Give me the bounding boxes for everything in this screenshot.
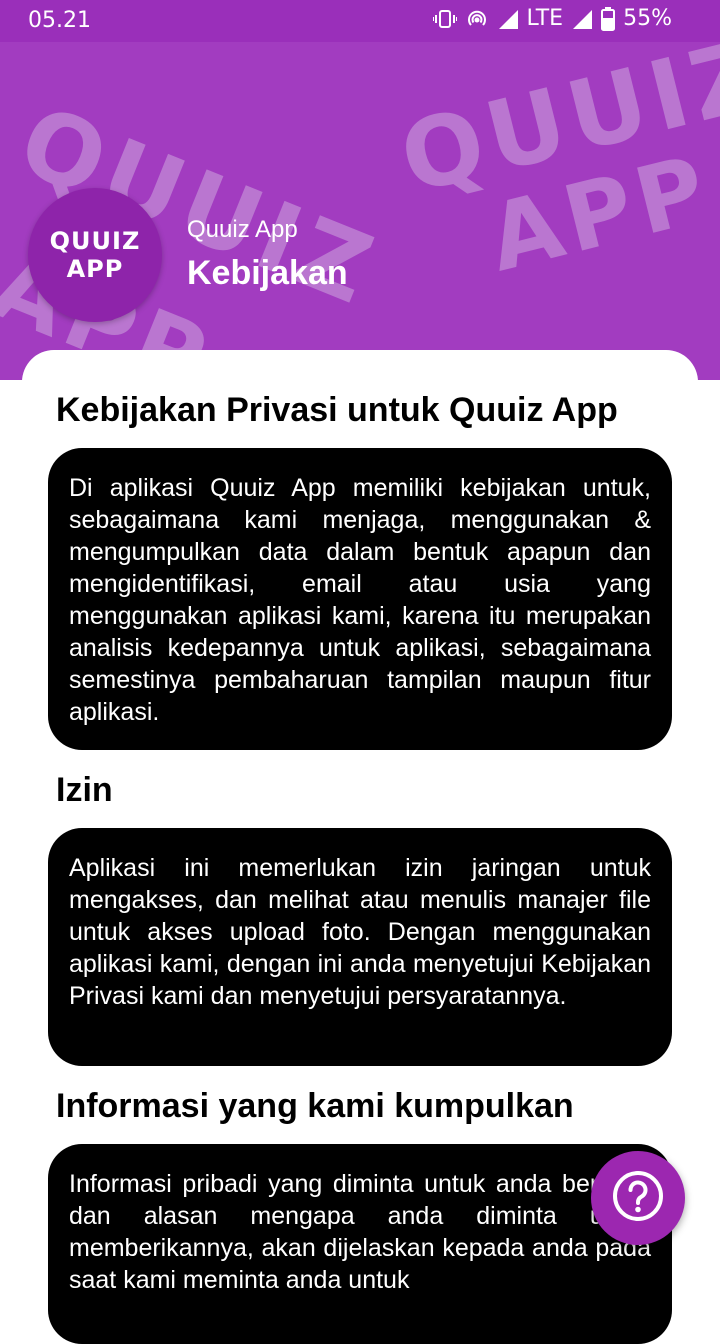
card-permissions: Aplikasi ini memerlukan izin jaringan un…: [48, 828, 672, 1066]
app-name: Quuiz App: [187, 216, 298, 243]
card-info: Informasi pribadi yang diminta untuk and…: [48, 1144, 672, 1344]
card-privacy: Di aplikasi Quuiz App memiliki kebijakan…: [48, 448, 672, 750]
status-time: 05.21: [28, 8, 91, 33]
hotspot-icon: [465, 8, 489, 30]
section-heading-privacy: Kebijakan Privasi untuk Quuiz App: [56, 391, 618, 429]
vibrate-icon: [432, 9, 457, 29]
card-permissions-text: Aplikasi ini memerlukan izin jaringan un…: [69, 854, 651, 1010]
status-icons: LTE 55%: [432, 6, 672, 31]
signal-icon: [497, 8, 519, 30]
network-type: LTE: [526, 6, 564, 31]
battery-level: 55%: [623, 6, 672, 31]
section-heading-permissions: Izin: [56, 771, 113, 809]
section-heading-info: Informasi yang kami kumpulkan: [56, 1087, 574, 1125]
logo-text-line1: QUUIZ: [49, 227, 141, 255]
page-title: Kebijakan: [187, 254, 348, 292]
logo-text-line2: APP: [66, 255, 124, 283]
app-logo: QUUIZ APP: [28, 188, 162, 322]
help-circle-icon: [611, 1169, 665, 1228]
battery-icon: [601, 6, 616, 31]
status-bar: 05.21 LTE 55%: [0, 0, 720, 42]
card-info-text: Informasi pribadi yang diminta untuk and…: [69, 1170, 651, 1294]
help-button[interactable]: [591, 1151, 685, 1245]
signal-icon-2: [571, 8, 593, 30]
card-privacy-text: Di aplikasi Quuiz App memiliki kebijakan…: [69, 474, 651, 726]
